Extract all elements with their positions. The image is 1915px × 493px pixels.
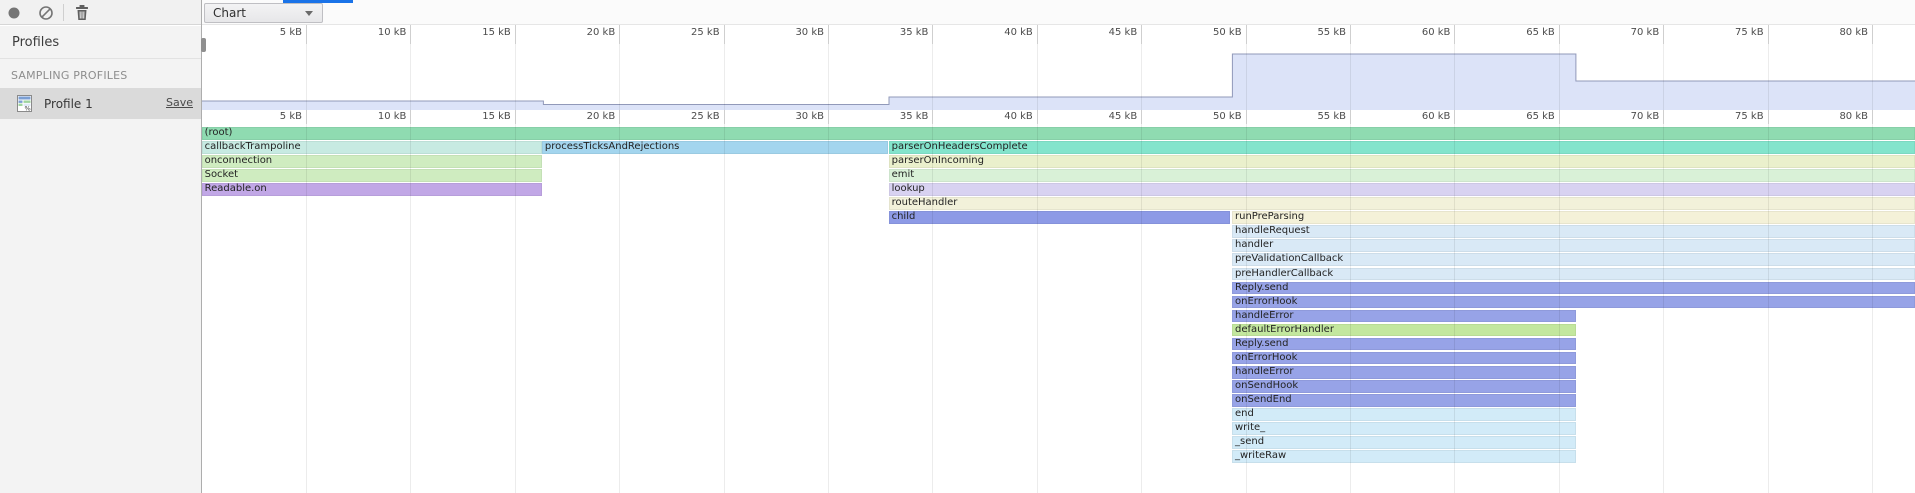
flame-frame-prehandlercallback[interactable]: preHandlerCallback <box>1232 268 1915 281</box>
flame-frame-parseronheaderscomplete[interactable]: parserOnHeadersComplete <box>889 141 1915 154</box>
flame-frame-reply.send[interactable]: Reply.send <box>1232 282 1915 295</box>
flame-frame-child[interactable]: child <box>889 211 1230 224</box>
chart-toolbar <box>202 0 1915 25</box>
flame-frame-onerrorhook[interactable]: onErrorHook <box>1232 352 1576 365</box>
profiler-toolbar <box>0 0 201 25</box>
profile-document-icon: % <box>17 95 32 112</box>
flame-frame-onsendhook[interactable]: onSendHook <box>1232 380 1576 393</box>
memory-profiler-panel: Chart Profiles SAMPLING PROFILES % Profi… <box>0 0 1915 493</box>
toolbar-divider <box>63 4 64 21</box>
sidebar-item-profile-1[interactable]: % Profile 1 Save <box>0 88 201 119</box>
sampling-profiles-section-label: SAMPLING PROFILES <box>0 59 201 88</box>
flame-frame-parseronincoming[interactable]: parserOnIncoming <box>889 155 1915 168</box>
flame-frame-reply.send[interactable]: Reply.send <box>1232 338 1576 351</box>
chevron-down-icon <box>305 11 313 16</box>
svg-text:%: % <box>25 105 31 113</box>
record-icon <box>6 5 22 21</box>
flame-frame-handler[interactable]: handler <box>1232 239 1915 252</box>
flame-frame-lookup[interactable]: lookup <box>889 183 1915 196</box>
flame-frame-write_[interactable]: write_ <box>1232 422 1576 435</box>
view-mode-select[interactable]: Chart <box>204 3 323 23</box>
overview-scrollbar-thumb[interactable] <box>201 38 206 52</box>
flame-frame-socket[interactable]: Socket <box>202 169 542 182</box>
allocation-overview[interactable] <box>202 44 1915 110</box>
flame-frame-callbacktrampoline[interactable]: callbackTrampoline <box>202 141 542 154</box>
flame-frame-runpreparsing[interactable]: runPreParsing <box>1232 211 1915 224</box>
record-button[interactable] <box>0 0 28 25</box>
flame-frame-processticksandrejections[interactable]: processTicksAndRejections <box>542 141 889 154</box>
clear-all-button[interactable] <box>32 0 60 25</box>
profiles-sidebar: Profiles SAMPLING PROFILES % Profile 1 S… <box>0 26 201 493</box>
trash-icon <box>74 4 90 21</box>
view-mode-value: Chart <box>213 6 246 20</box>
flame-frame-onconnection[interactable]: onconnection <box>202 155 542 168</box>
flame-frame-handleerror[interactable]: handleError <box>1232 366 1576 379</box>
profile-name: Profile 1 <box>44 97 93 111</box>
flame-frame-_writeraw[interactable]: _writeRaw <box>1232 450 1576 463</box>
flame-frame-onsendend[interactable]: onSendEnd <box>1232 394 1576 407</box>
flame-frame-prevalidationcallback[interactable]: preValidationCallback <box>1232 253 1915 266</box>
pane-divider <box>201 0 202 493</box>
sidebar-header: Profiles <box>0 26 201 59</box>
save-profile-link[interactable]: Save <box>166 96 193 109</box>
flame-frame-emit[interactable]: emit <box>889 169 1915 182</box>
flame-frame-end[interactable]: end <box>1232 408 1576 421</box>
flame-frame-onerrorhook[interactable]: onErrorHook <box>1232 296 1915 309</box>
flame-frame-_send[interactable]: _send <box>1232 436 1576 449</box>
flame-frame-readable.on[interactable]: Readable.on <box>202 183 542 196</box>
block-icon <box>38 5 54 21</box>
delete-profile-button[interactable] <box>68 0 96 25</box>
flame-frame-handlerequest[interactable]: handleRequest <box>1232 225 1915 238</box>
flame-frame-handleerror[interactable]: handleError <box>1232 310 1576 323</box>
flame-frame-routehandler[interactable]: routeHandler <box>889 197 1915 210</box>
flame-frame-defaulterrorhandler[interactable]: defaultErrorHandler <box>1232 324 1576 337</box>
flame-frame-root[interactable]: (root) <box>202 127 1915 140</box>
